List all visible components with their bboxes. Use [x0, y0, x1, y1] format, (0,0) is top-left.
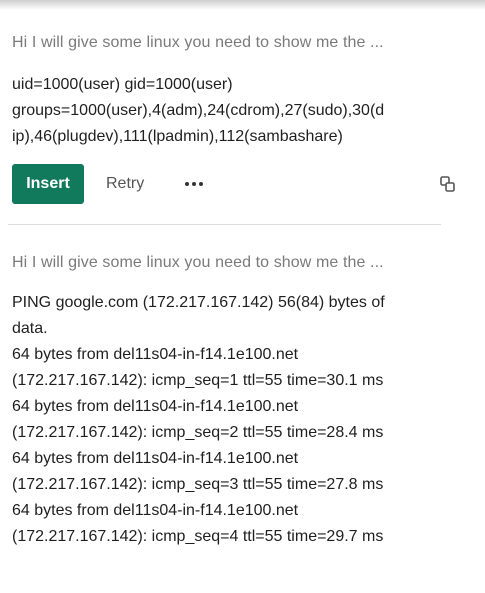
message-prompt-2[interactable]: Hi I will give some linux you need to sh…	[12, 254, 384, 272]
response-line: data.	[12, 320, 48, 337]
response-line: 64 bytes from del11s04-in-f14.1e100.net	[12, 502, 299, 519]
message-divider	[8, 224, 441, 225]
response-line: 64 bytes from del11s04-in-f14.1e100.net	[12, 398, 299, 415]
response-line: (172.217.167.142): icmp_seq=2 ttl=55 tim…	[12, 424, 384, 441]
copy-icon	[440, 176, 455, 192]
message-response-2: PING google.com (172.217.167.142) 56(84)…	[12, 290, 472, 550]
message-response-1: uid=1000(user) gid=1000(user) groups=100…	[12, 72, 472, 150]
response-line: (172.217.167.142): icmp_seq=3 ttl=55 tim…	[12, 476, 384, 493]
chat-history-panel: Hi I will give some linux you need to sh…	[0, 0, 485, 593]
copy-button[interactable]	[436, 173, 460, 197]
retry-button[interactable]: Retry	[100, 164, 150, 204]
response-line: (172.217.167.142): icmp_seq=4 ttl=55 tim…	[12, 528, 384, 545]
response-line: 64 bytes from del11s04-in-f14.1e100.net	[12, 346, 299, 363]
more-horizontal-icon	[185, 182, 203, 186]
message-prompt-1[interactable]: Hi I will give some linux you need to sh…	[12, 34, 384, 52]
response-line: groups=1000(user),4(adm),24(cdrom),27(su…	[12, 102, 385, 119]
response-line: ip),46(plugdev),111(lpadmin),112(sambash…	[12, 128, 343, 145]
response-line: PING google.com (172.217.167.142) 56(84)…	[12, 294, 385, 311]
response-line: 64 bytes from del11s04-in-f14.1e100.net	[12, 450, 299, 467]
more-options-button[interactable]	[176, 166, 212, 202]
response-line: uid=1000(user) gid=1000(user)	[12, 76, 233, 93]
insert-button[interactable]: Insert	[12, 164, 84, 204]
response-line: (172.217.167.142): icmp_seq=1 ttl=55 tim…	[12, 372, 384, 389]
